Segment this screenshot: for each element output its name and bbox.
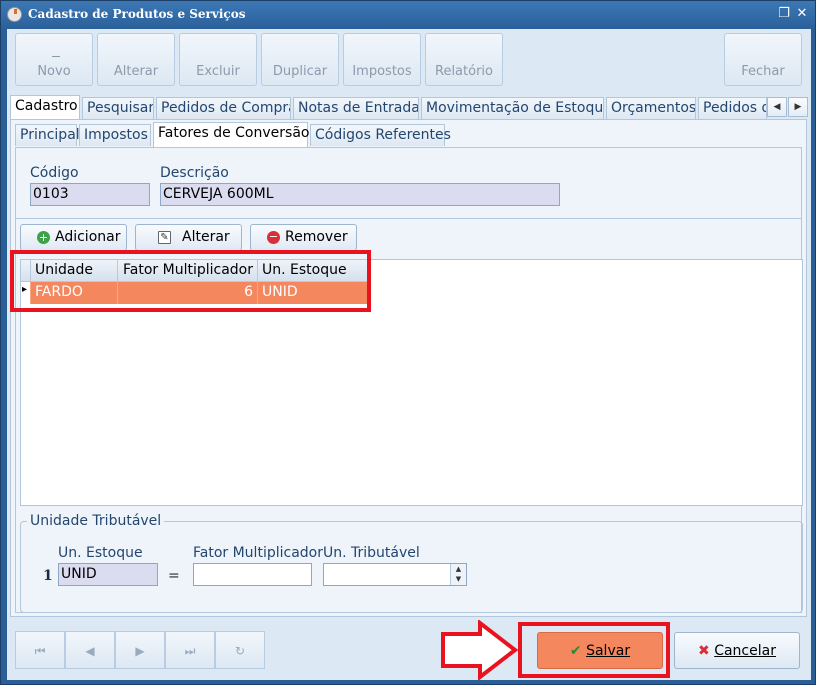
- refresh-icon[interactable]: ↻: [215, 631, 265, 669]
- highlight-box-save: [518, 622, 670, 678]
- alterar-item-button[interactable]: ✎ Alterar: [135, 224, 242, 251]
- duplicar-button[interactable]: Duplicar: [261, 33, 339, 86]
- record-navigator: ⏮ ◀ ▶ ⏭ ↻: [15, 631, 275, 669]
- prev-record-icon[interactable]: ◀: [65, 631, 115, 669]
- plus-icon: +: [37, 231, 50, 244]
- cancelar-label: Cancelar: [714, 643, 776, 659]
- un-estoque-field[interactable]: UNID: [58, 563, 158, 586]
- edit-icon: ✎: [158, 231, 171, 244]
- window-title: Cadastro de Produtos e Serviços: [28, 7, 246, 21]
- tab-movimentacao-estoque[interactable]: Movimentação de Estoque: [421, 97, 604, 119]
- adicionar-button[interactable]: + Adicionar: [20, 224, 127, 251]
- novo-label: Novo: [37, 64, 71, 79]
- cadastro-panel: Principal Impostos Fatores de Conversão …: [10, 119, 807, 617]
- codigo-field[interactable]: 0103: [30, 183, 150, 206]
- impostos-button[interactable]: Impostos: [343, 33, 421, 86]
- descricao-field[interactable]: CERVEJA 600ML: [160, 183, 560, 206]
- new-icon: [52, 48, 60, 57]
- fator-input[interactable]: [193, 563, 312, 586]
- tab-scroll-left-icon[interactable]: ◀: [767, 97, 787, 117]
- subtab-impostos[interactable]: Impostos: [79, 124, 151, 146]
- client-area: Novo Alterar Excluir Duplicar Impostos R…: [7, 29, 811, 680]
- arrow-annotation-icon: [441, 620, 518, 680]
- first-record-icon[interactable]: ⏮: [15, 631, 65, 669]
- codigo-label: Código: [30, 165, 79, 181]
- equals-sign: =: [168, 568, 180, 584]
- tab-pedidos-venda[interactable]: Pedidos de: [698, 97, 767, 119]
- minus-icon: −: [267, 230, 280, 244]
- excluir-label: Excluir: [196, 64, 240, 79]
- subtab-fatores-conversao[interactable]: Fatores de Conversão: [153, 122, 309, 147]
- row-number: 1: [43, 568, 53, 584]
- tab-scroll-right-icon[interactable]: ▶: [788, 97, 808, 117]
- un-estoque-label: Un. Estoque: [58, 545, 143, 561]
- descricao-label: Descrição: [160, 165, 229, 181]
- alterar-button[interactable]: Alterar: [97, 33, 175, 86]
- fator-label: Fator Multiplicador: [193, 545, 323, 561]
- remover-label: Remover: [285, 229, 348, 245]
- unidade-tributavel-title: Unidade Tributável: [27, 513, 165, 529]
- restore-icon[interactable]: ❐: [776, 6, 792, 22]
- tab-cadastro[interactable]: Cadastro: [10, 95, 80, 119]
- tab-orcamentos[interactable]: Orçamentos: [606, 97, 696, 119]
- main-tabs: Cadastro Pesquisar Pedidos de Compra Not…: [10, 95, 810, 119]
- tab-pesquisar[interactable]: Pesquisar: [82, 97, 154, 119]
- alterar-item-label: Alterar: [182, 229, 230, 245]
- fechar-label: Fechar: [741, 64, 785, 79]
- excluir-button[interactable]: Excluir: [179, 33, 257, 86]
- close-icon[interactable]: ✕: [794, 6, 810, 22]
- novo-button[interactable]: Novo: [15, 33, 93, 86]
- adicionar-label: Adicionar: [55, 229, 121, 245]
- relatorio-label: Relatório: [435, 64, 493, 79]
- fatores-panel: Código 0103 Descrição CERVEJA 600ML + Ad…: [15, 147, 803, 613]
- next-record-icon[interactable]: ▶: [115, 631, 165, 669]
- duplicar-label: Duplicar: [272, 64, 328, 79]
- tab-notas-entrada[interactable]: Notas de Entrada: [293, 97, 419, 119]
- subtab-principal[interactable]: Principal: [15, 124, 80, 146]
- subtab-codigos-referentes[interactable]: Códigos Referentes: [310, 124, 451, 146]
- fechar-button[interactable]: Fechar: [724, 33, 802, 86]
- app-icon: [7, 7, 22, 22]
- tab-pedidos-compra[interactable]: Pedidos de Compra: [156, 97, 291, 119]
- un-tributavel-label: Un. Tributável: [323, 545, 420, 561]
- title-bar: Cadastro de Produtos e Serviços ❐ ✕: [1, 1, 815, 29]
- alterar-label: Alterar: [113, 64, 159, 79]
- highlight-box-grid: [10, 250, 371, 312]
- cancelar-button[interactable]: ✖ Cancelar: [674, 632, 800, 669]
- spinner-icon[interactable]: ▲ ▼: [450, 564, 466, 585]
- impostos-label: Impostos: [352, 64, 412, 79]
- action-bar: + Adicionar ✎ Alterar − Remover: [20, 224, 800, 252]
- last-record-icon[interactable]: ⏭: [165, 631, 215, 669]
- remover-button[interactable]: − Remover: [250, 224, 357, 251]
- relatorio-button[interactable]: Relatório: [425, 33, 503, 86]
- cancel-x-icon: ✖: [698, 643, 710, 659]
- divider: [16, 218, 801, 219]
- un-tributavel-select[interactable]: ▲ ▼: [323, 563, 467, 586]
- app-window: Cadastro de Produtos e Serviços ❐ ✕ Novo…: [0, 0, 816, 685]
- unidade-tributavel-group: Unidade Tributável Un. Estoque 1 UNID = …: [20, 513, 803, 613]
